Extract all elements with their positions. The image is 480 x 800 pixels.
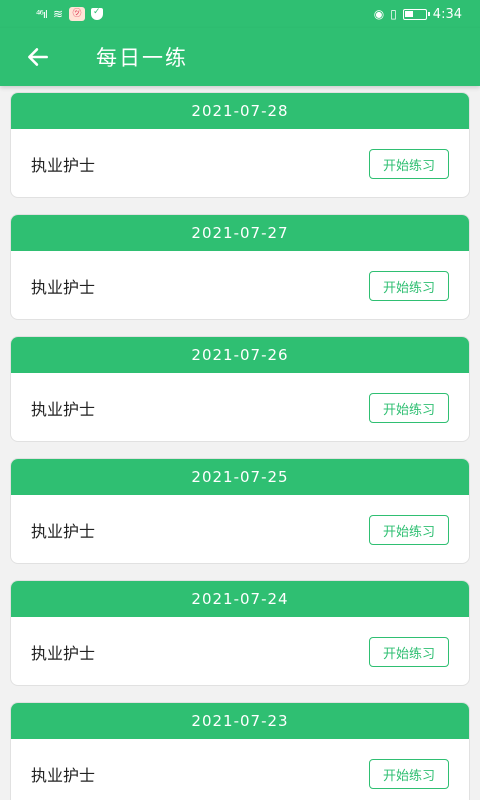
start-practice-button[interactable]: 开始练习: [369, 149, 449, 179]
exam-name: 执业护士: [31, 644, 96, 663]
app-header: 每日一练: [0, 28, 480, 86]
start-practice-button[interactable]: 开始练习: [369, 637, 449, 667]
eye-icon: ◉: [373, 7, 385, 21]
app-notification-icon: ㋡: [69, 7, 85, 21]
card-body: 执业护士 开始练习: [11, 617, 469, 685]
list-item: 2021-07-28 执业护士 开始练习: [10, 92, 470, 198]
card-date: 2021-07-26: [11, 337, 469, 373]
status-right: ◉ ▯ 4:34: [374, 7, 462, 22]
card-date: 2021-07-25: [11, 459, 469, 495]
list-item: 2021-07-25 执业护士 开始练习: [10, 458, 470, 564]
card-date: 2021-07-28: [11, 93, 469, 129]
page-title: 每日一练: [96, 46, 188, 70]
exam-name: 执业护士: [31, 278, 96, 297]
shield-icon: [91, 7, 103, 20]
exam-name: 执业护士: [31, 522, 96, 541]
card-body: 执业护士 开始练习: [11, 251, 469, 319]
list-item: 2021-07-26 执业护士 开始练习: [10, 336, 470, 442]
vibrate-icon: ▯: [390, 7, 397, 21]
signal-icon: ⁴⁶ıl: [36, 7, 48, 21]
status-left: ⁴⁶ıl ≋ ㋡: [36, 7, 103, 21]
card-body: 执业护士 开始练习: [11, 495, 469, 563]
wifi-icon: ≋: [52, 7, 63, 21]
status-bar: ⁴⁶ıl ≋ ㋡ ◉ ▯ 4:34: [0, 0, 480, 28]
list-item: 2021-07-24 执业护士 开始练习: [10, 580, 470, 686]
battery-icon: [402, 8, 430, 20]
arrow-left-icon: [28, 48, 48, 66]
exam-name: 执业护士: [31, 766, 96, 785]
card-body: 执业护士 开始练习: [11, 739, 469, 800]
list-item: 2021-07-27 执业护士 开始练习: [10, 214, 470, 320]
practice-list[interactable]: 2021-07-28 执业护士 开始练习 2021-07-27 执业护士 开始练…: [0, 86, 480, 800]
card-date: 2021-07-24: [11, 581, 469, 617]
start-practice-button[interactable]: 开始练习: [369, 271, 449, 301]
exam-name: 执业护士: [31, 400, 96, 419]
start-practice-button[interactable]: 开始练习: [369, 393, 449, 423]
list-item: 2021-07-23 执业护士 开始练习: [10, 702, 470, 800]
exam-name: 执业护士: [31, 156, 96, 175]
status-time: 4:34: [432, 6, 462, 22]
start-practice-button[interactable]: 开始练习: [369, 515, 449, 545]
card-date: 2021-07-23: [11, 703, 469, 739]
card-date: 2021-07-27: [11, 215, 469, 251]
back-button[interactable]: [14, 33, 62, 81]
start-practice-button[interactable]: 开始练习: [369, 759, 449, 789]
card-body: 执业护士 开始练习: [11, 373, 469, 441]
card-body: 执业护士 开始练习: [11, 129, 469, 197]
